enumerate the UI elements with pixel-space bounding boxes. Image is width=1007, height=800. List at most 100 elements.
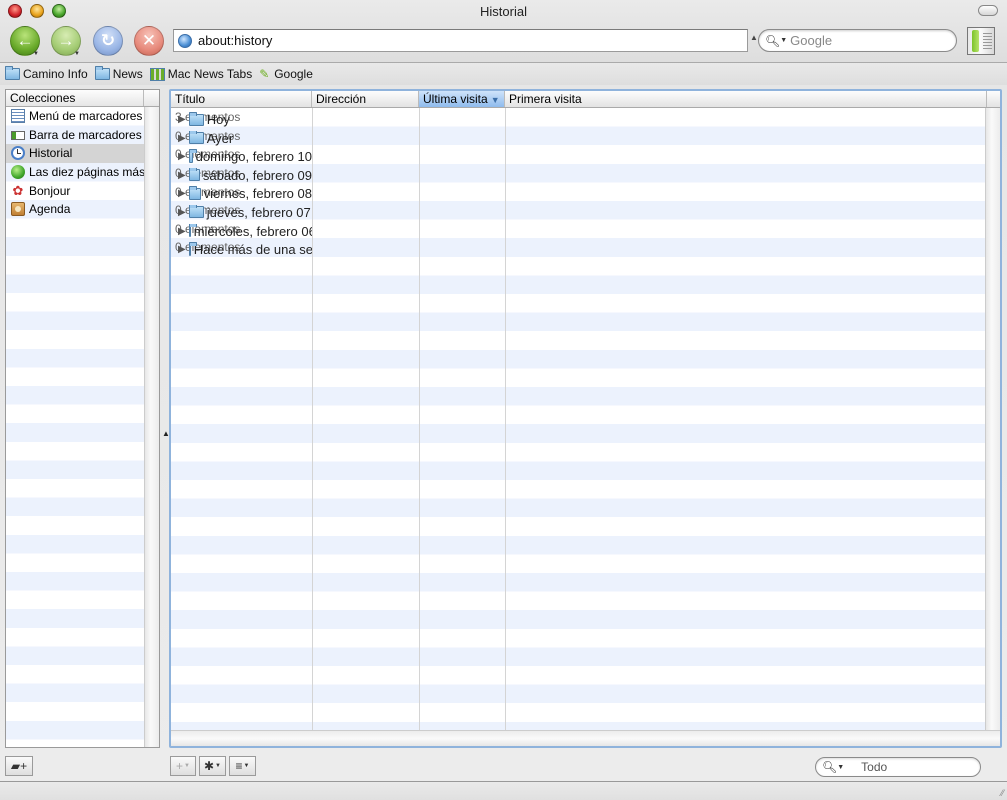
collection-item-bookmark-bar[interactable]: Barra de marcadores	[6, 126, 144, 145]
collection-label: Menú de marcadores	[29, 109, 143, 124]
row-title: miércoles, febrero 06	[193, 223, 312, 239]
new-collection-button[interactable]: ▰+	[5, 756, 33, 776]
collections-panel: Colecciones Menú de marcadores Barra de …	[5, 89, 160, 748]
collections-header[interactable]: Colecciones	[6, 90, 159, 107]
window-title: Historial	[480, 4, 527, 19]
table-row[interactable]: ▶Hace más de una semana0 elementos	[171, 238, 985, 257]
history-table: Título Dirección Última visita ▼ Primera …	[169, 89, 1002, 748]
column-label: Última visita	[423, 92, 488, 106]
search-field[interactable]: 🔍︎ ▼ Google	[758, 29, 957, 52]
folder-icon	[188, 112, 204, 126]
sort-descending-icon: ▼	[490, 95, 500, 105]
url-field[interactable]: about:history	[173, 29, 748, 52]
bookmark-label: Camino Info	[23, 67, 88, 81]
row-title: sábado, febrero 09	[202, 167, 312, 183]
table-row[interactable]: ▶ viernes, febrero 08 0 elementos	[171, 182, 985, 202]
search-icon[interactable]: 🔍︎	[765, 34, 780, 48]
table-row[interactable]: ▶ sábado, febrero 09 0 elementos	[171, 164, 985, 183]
bookmarks-manager-button[interactable]	[966, 26, 998, 56]
search-placeholder: Google	[790, 33, 833, 48]
action-menu-button[interactable]: ✱ ▼	[199, 756, 226, 776]
collection-label: Las diez páginas más visitadas	[29, 165, 144, 180]
arrow-left-icon: ←	[16, 31, 34, 50]
collection-label: Historial	[29, 146, 73, 161]
column-header-last-visit[interactable]: Última visita ▼	[419, 91, 505, 107]
url-history-arrow-icon[interactable]: ▲	[750, 33, 758, 42]
collection-label: Barra de marcadores	[29, 127, 142, 142]
row-title: jueves, febrero 07	[206, 204, 311, 220]
globe-icon	[178, 33, 192, 48]
tab-group-icon	[149, 67, 165, 81]
bookmark-news[interactable]: News	[94, 66, 143, 81]
column-header-address[interactable]: Dirección	[312, 91, 419, 107]
history-clock-icon	[11, 146, 25, 161]
column-header-first-visit[interactable]: Primera visita	[505, 91, 987, 107]
table-horizontal-scrollbar[interactable]	[171, 730, 1000, 746]
row-title: viernes, febrero 08	[203, 186, 312, 202]
folder-icon	[94, 66, 110, 80]
toolbar-toggle-button[interactable]	[978, 5, 998, 16]
row-title: Ayer	[206, 130, 234, 146]
search-icon[interactable]: 🔍︎	[822, 760, 837, 774]
title-cell: ▶ Hace más de una semana	[171, 242, 312, 257]
collection-item-bookmark-menu[interactable]: Menú de marcadores	[6, 107, 144, 126]
folder-icon	[188, 167, 200, 182]
add-button[interactable]: + ▼	[170, 756, 196, 776]
table-header: Título Dirección Última visita ▼ Primera …	[171, 91, 1000, 108]
dropdown-arrow-icon: ▼	[74, 51, 80, 57]
table-row[interactable]: ▶ miércoles, febrero 06 0 elementos	[171, 220, 985, 239]
folder-icon	[188, 242, 197, 256]
filter-placeholder: Todo	[861, 760, 888, 774]
book-icon	[967, 27, 995, 55]
collections-header-label: Colecciones	[10, 90, 144, 106]
collection-item-top-ten[interactable]: Las diez páginas más visitadas	[6, 163, 144, 182]
browser-window: Historial ← ▼ → ▼ ↻ ✕ about:history ▲ 🔍︎…	[0, 0, 1007, 800]
collection-item-bonjour[interactable]: ✿ Bonjour	[6, 181, 144, 200]
folder-icon	[188, 204, 204, 219]
arrow-right-icon: →	[57, 31, 75, 50]
filter-search-field[interactable]: 🔍︎ ▼ Todo	[815, 757, 981, 777]
reload-icon: ↻	[100, 31, 116, 50]
table-vertical-scrollbar[interactable]	[985, 108, 1000, 730]
bookmark-mac-news-tabs[interactable]: Mac News Tabs	[149, 67, 252, 81]
disclosure-triangle-icon[interactable]: ▶	[178, 170, 186, 181]
table-row[interactable]: ▶ Hoy 3 elementos	[171, 108, 985, 127]
disclosure-triangle-icon[interactable]: ▶	[178, 133, 186, 144]
column-header-title[interactable]: Título	[171, 91, 312, 107]
table-row[interactable]: ▶ jueves, febrero 07 0 elementos	[171, 201, 985, 220]
disclosure-triangle-icon[interactable]: ▶	[178, 244, 186, 255]
disclosure-triangle-icon[interactable]: ▶	[178, 226, 186, 237]
bookmark-google[interactable]: ✎ Google	[259, 67, 313, 81]
bookmark-menu-icon	[11, 109, 25, 124]
title-bar: Historial	[0, 0, 1007, 24]
disclosure-triangle-icon[interactable]: ▶	[178, 188, 186, 199]
bonjour-icon: ✿	[12, 182, 24, 198]
address-book-icon	[11, 202, 25, 217]
reload-button[interactable]: ↻	[93, 26, 123, 56]
title-cell: ▶ domingo, febrero 10	[171, 149, 312, 164]
table-row[interactable]: ▶ Ayer 0 elementos	[171, 127, 985, 146]
disclosure-triangle-icon[interactable]: ▶	[178, 151, 186, 162]
bookmark-camino-info[interactable]: Camino Info	[5, 66, 88, 81]
resize-grip-icon[interactable]: ⁄⁄	[1001, 788, 1004, 798]
url-text[interactable]: about:history	[198, 33, 272, 48]
bookmark-label: Google	[274, 67, 313, 81]
stop-button[interactable]: ✕	[134, 26, 164, 56]
title-cell: ▶ Hoy	[171, 112, 312, 127]
dropdown-arrow-icon: ▼	[33, 51, 39, 57]
collection-item-agenda[interactable]: Agenda	[6, 200, 144, 219]
disclosure-triangle-icon[interactable]: ▶	[178, 114, 186, 125]
forward-button[interactable]: → ▼	[51, 26, 81, 57]
title-cell: ▶ sábado, febrero 09	[171, 167, 312, 183]
disclosure-triangle-icon[interactable]: ▶	[178, 207, 186, 218]
table-row[interactable]: ▶ domingo, febrero 10 0 elementos	[171, 145, 985, 164]
collections-scrollbar[interactable]	[144, 107, 159, 747]
collection-item-history[interactable]: Historial	[6, 144, 144, 163]
stop-x-icon: ✕	[141, 31, 157, 50]
folder-icon	[188, 149, 197, 163]
panel-splitter[interactable]: ▲	[160, 89, 170, 748]
view-options-button[interactable]: ≡ ▼	[229, 756, 256, 776]
back-button[interactable]: ← ▼	[10, 26, 40, 57]
dropdown-arrow-icon: ▼	[215, 763, 221, 769]
row-title: Hace más de una semana	[193, 242, 312, 258]
